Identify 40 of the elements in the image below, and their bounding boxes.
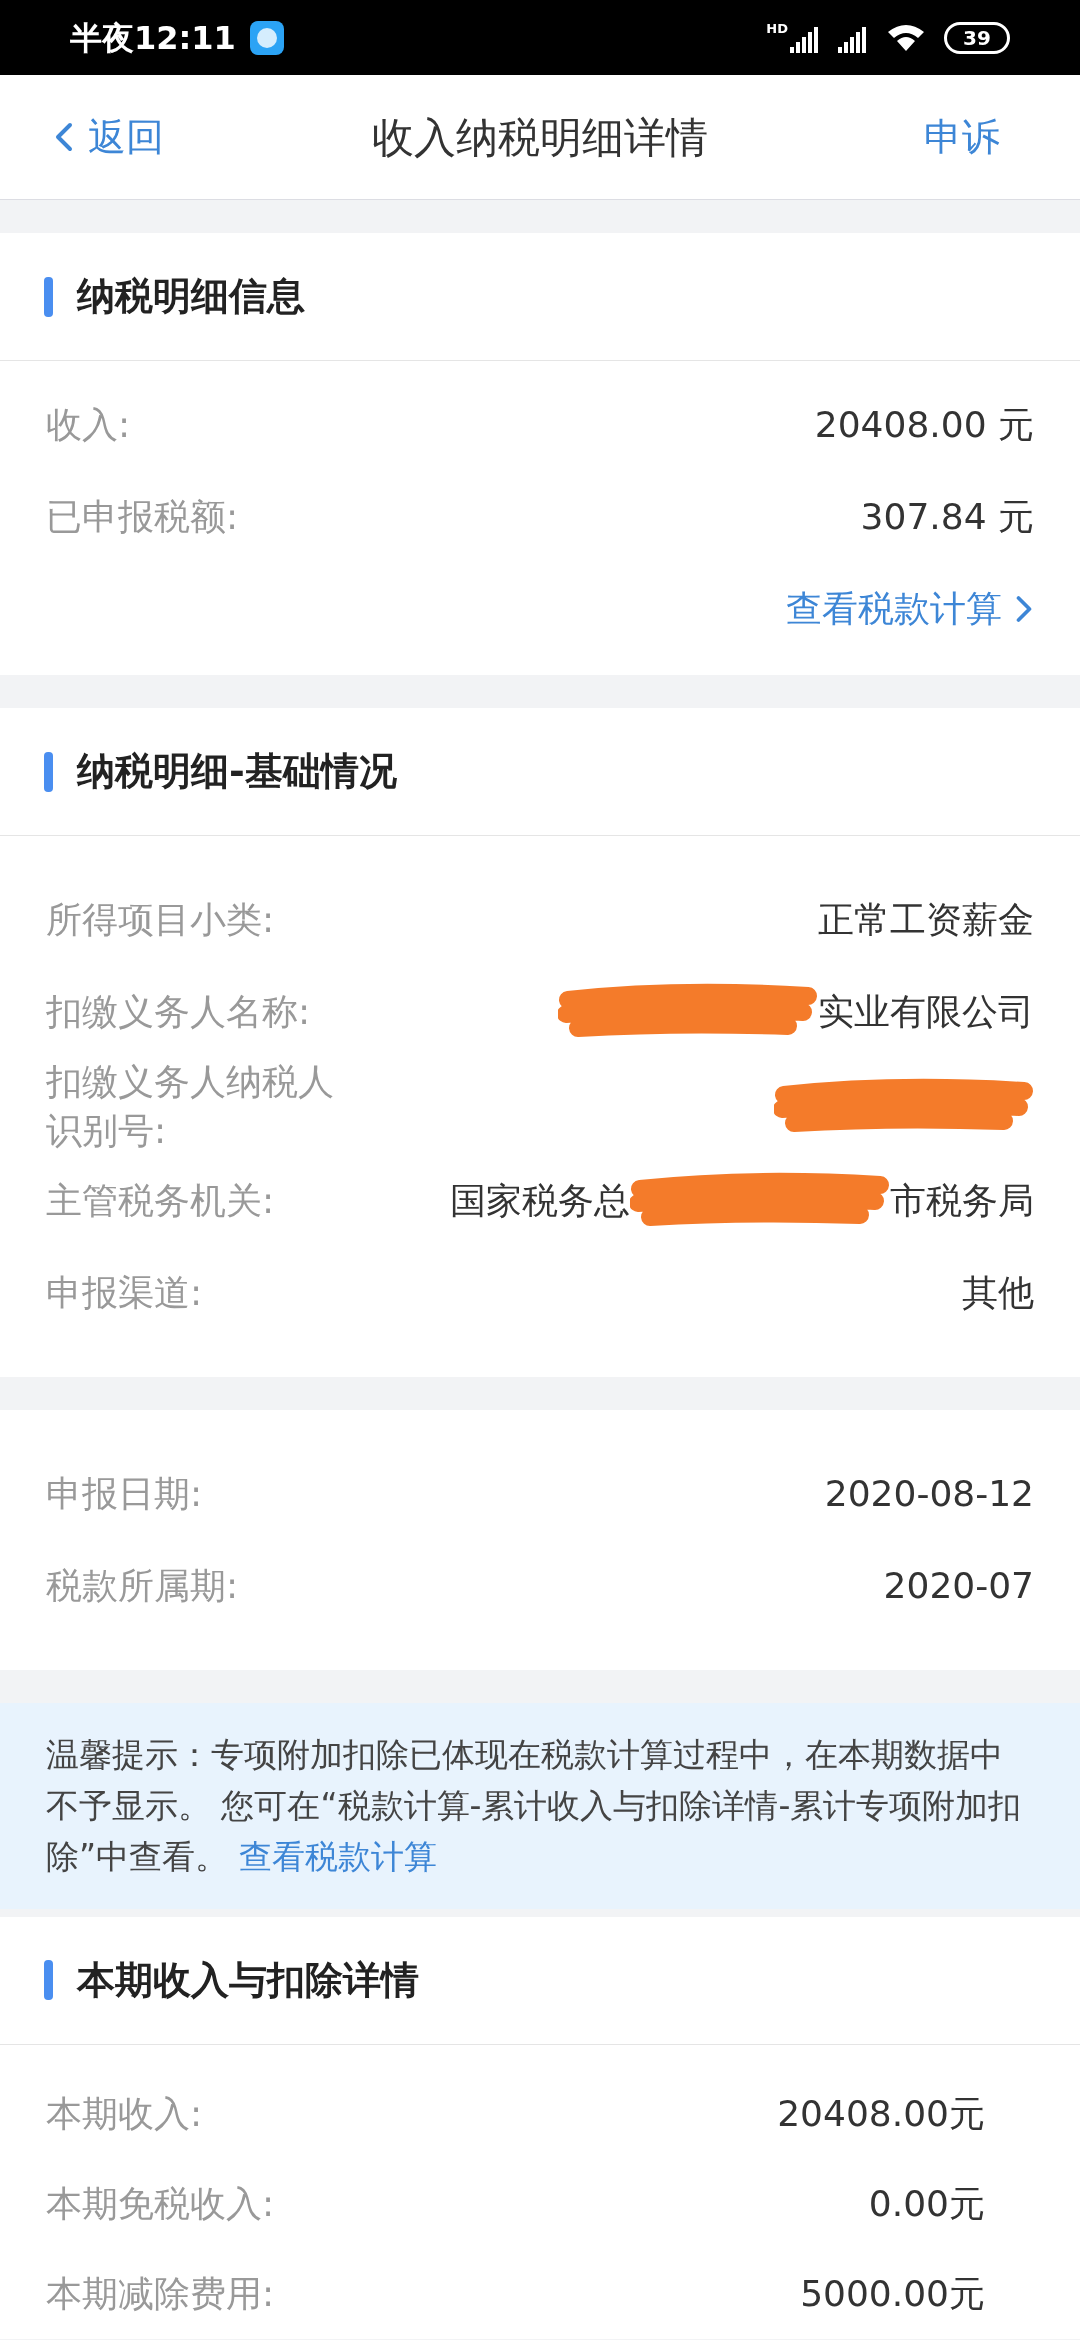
row-value: 正常工资薪金: [818, 898, 1034, 942]
section-title: 本期收入与扣除详情: [77, 1956, 419, 2004]
row-label: 收入:: [46, 402, 131, 447]
tax-calculation-link[interactable]: 查看税款计算: [786, 582, 1046, 636]
section-marker: [44, 751, 53, 792]
row-label: 税款所属期:: [46, 1563, 239, 1608]
row-label: 扣缴义务人名称:: [46, 989, 311, 1034]
back-button[interactable]: 返回: [40, 108, 164, 166]
row-label: 主管税务机关:: [46, 1178, 275, 1223]
row-label: 本期减除费用:: [46, 2271, 275, 2316]
app-icon: [249, 20, 284, 55]
section-title: 纳税明细-基础情况: [77, 748, 397, 795]
tax-calculation-link[interactable]: 查看税款计算: [238, 1837, 437, 1877]
row-label: 所得项目小类:: [46, 897, 275, 942]
row-label: 本期免税收入:: [46, 2181, 275, 2226]
section-marker: [44, 1960, 53, 2001]
row-value: 实业有限公司: [818, 990, 1034, 1034]
row-value: 5000.00元: [800, 2271, 985, 2316]
row-value: 2020-08-12: [824, 1472, 1034, 1517]
row-value: 307.84 元: [860, 495, 1034, 539]
row-label: 本期收入:: [46, 2091, 203, 2136]
row-value: 0.00元: [868, 2181, 985, 2226]
notice-text: 温馨提示：专项附加扣除已体现在税款计算过程中，在本期数据中不予显示。 您可在“税款计算-累计收入与扣除详情-累计专项附加扣除”中查看。 查看税款计算: [46, 1734, 1023, 1879]
row-label: 已申报税额:: [46, 494, 239, 539]
row-value: 其他: [962, 1271, 1034, 1316]
section-title: 纳税明细信息: [77, 273, 305, 320]
status-time: 半夜12:11: [70, 17, 236, 59]
section-marker: [44, 276, 53, 317]
row-value: 国家税务总: [450, 1179, 630, 1224]
row-value: 20408.00 元: [814, 403, 1034, 447]
page-title: 收入纳税明细详情: [372, 111, 708, 164]
row-label: 扣缴义务人纳税人识别号:: [46, 1060, 335, 1153]
network-label: HD: [766, 22, 788, 35]
row-label: 申报日期:: [46, 1471, 203, 1516]
row-value: 市税务局: [890, 1179, 1034, 1224]
row-value: 20408.00元: [777, 2091, 985, 2136]
row-value: 2020-07: [883, 1564, 1034, 1609]
appeal-button[interactable]: 申诉: [924, 108, 1000, 166]
battery-indicator: 39: [944, 21, 1010, 54]
row-label: 申报渠道:: [46, 1270, 203, 1315]
